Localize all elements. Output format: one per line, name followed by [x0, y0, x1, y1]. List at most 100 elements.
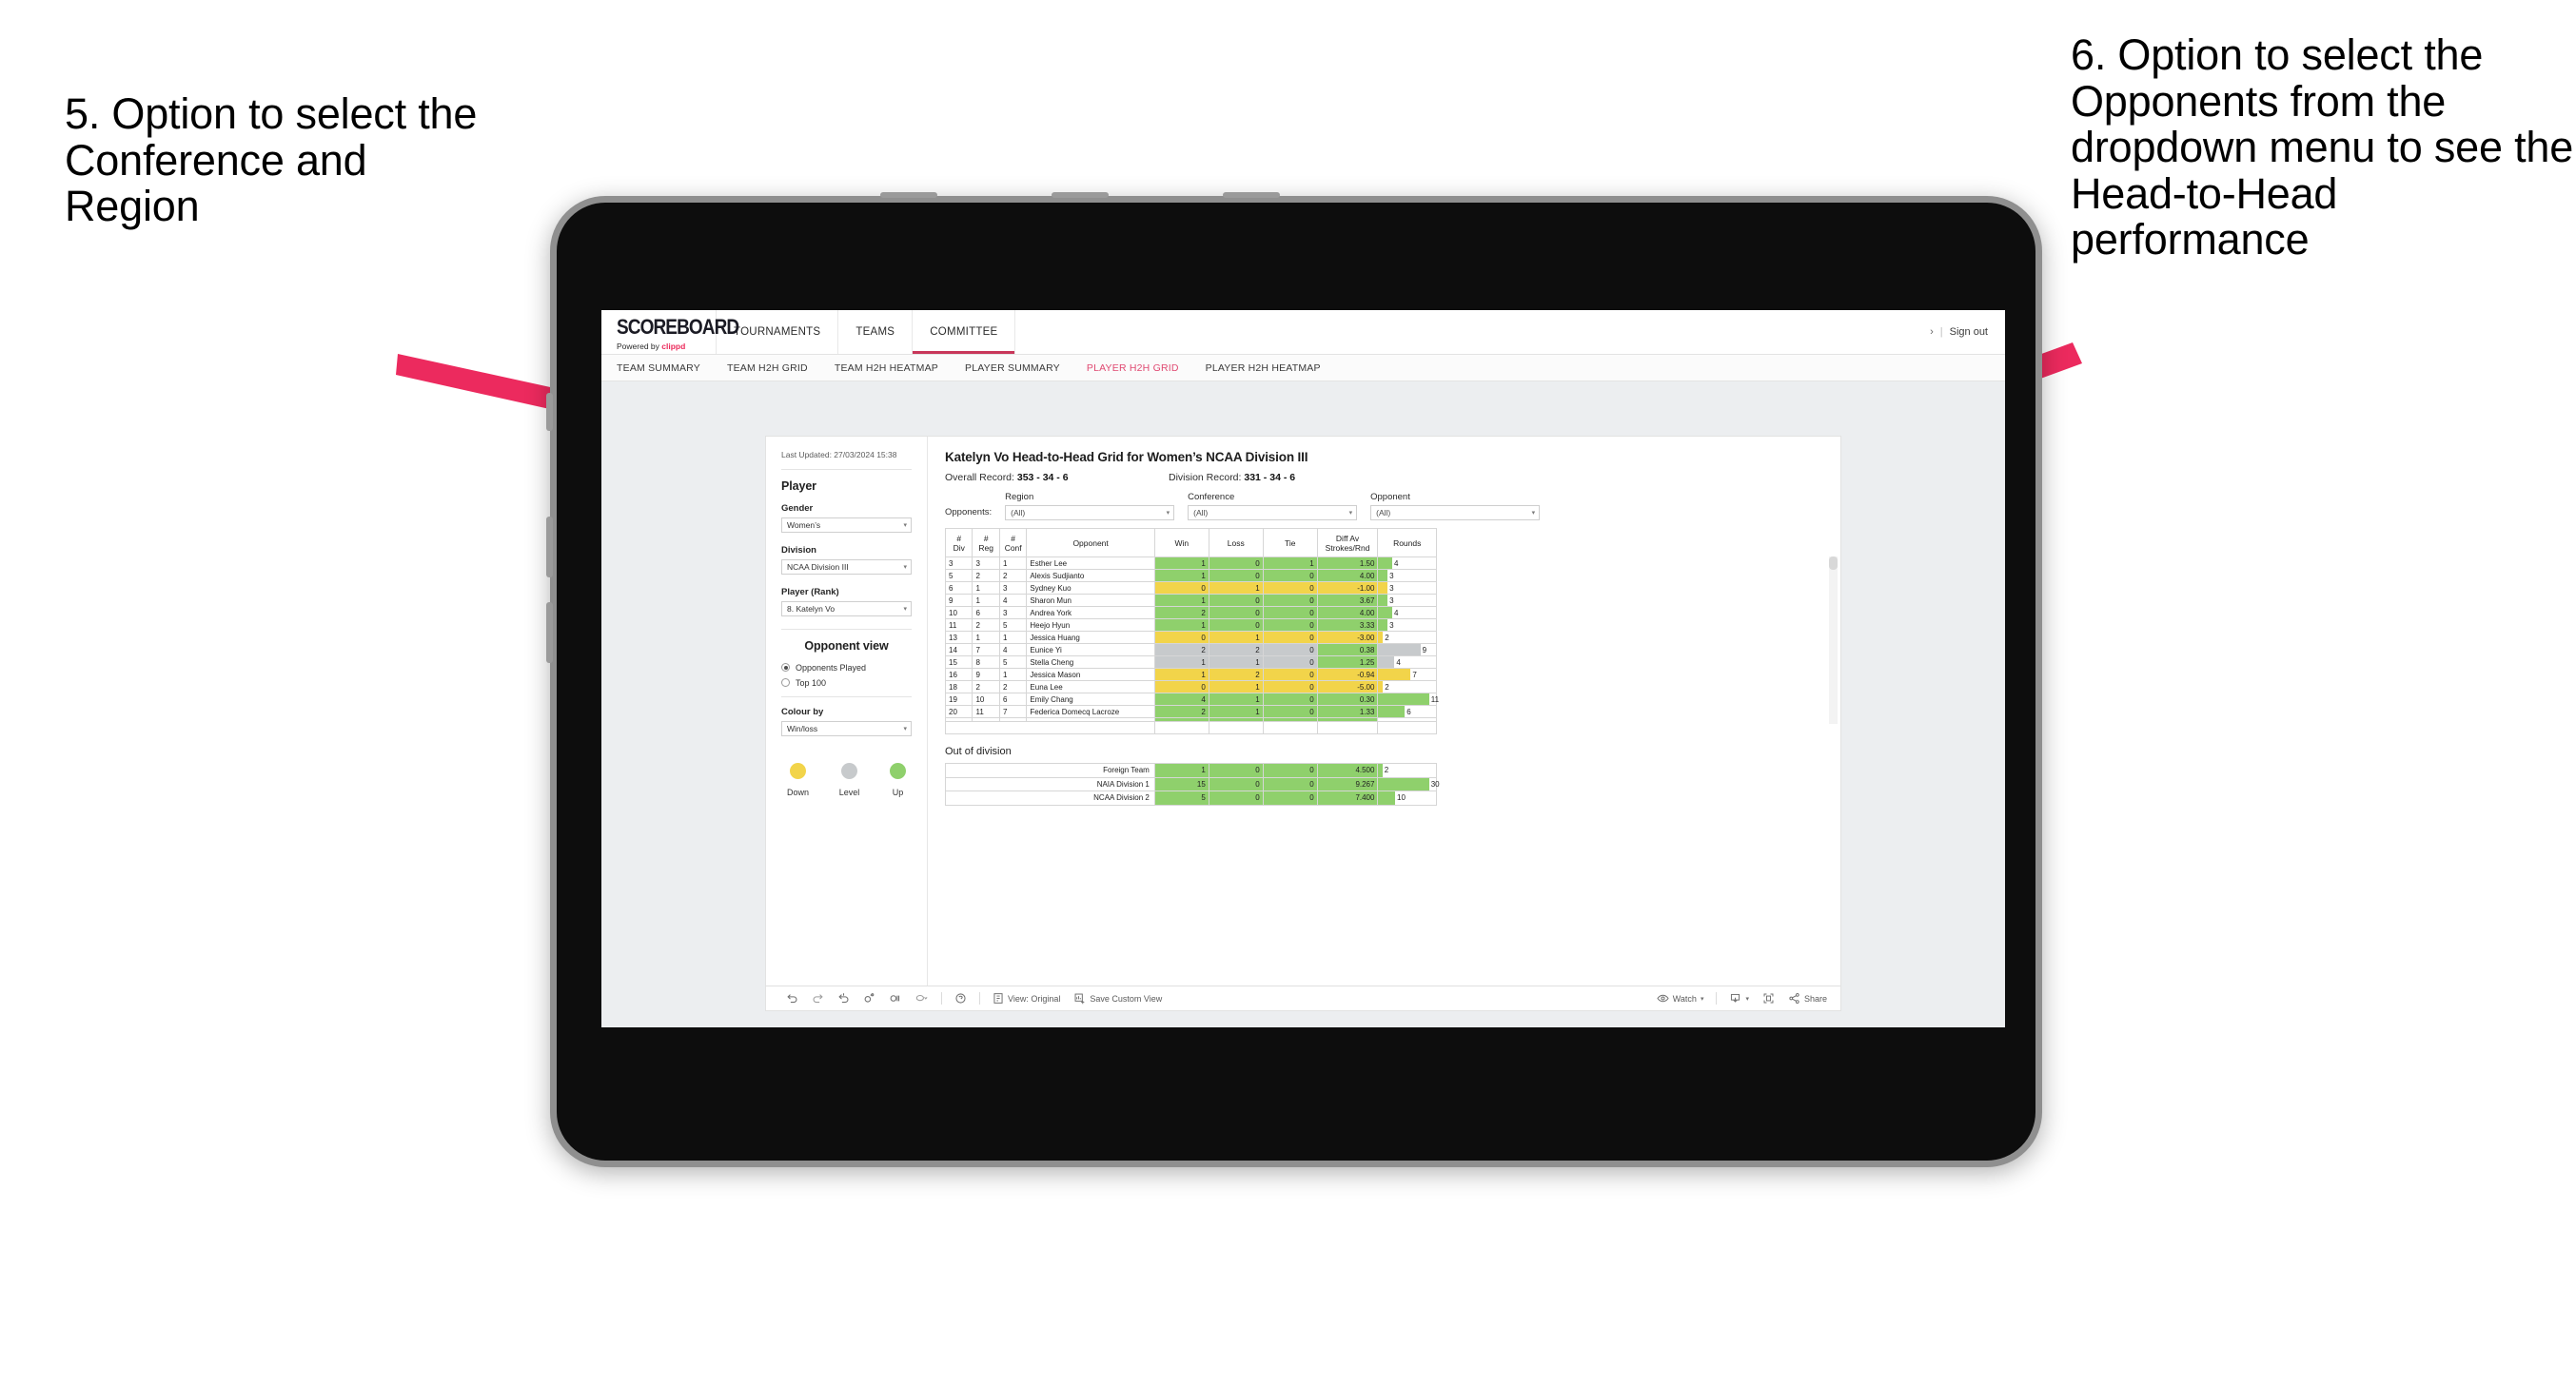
- table-row[interactable]: 11 2 5 Heejo Hyun 1 0 0 3.33 3: [944, 618, 1437, 632]
- cell-diff: 3.33: [1316, 618, 1379, 632]
- chevron-right-icon[interactable]: ›: [1930, 326, 1934, 338]
- division-record-label: Division Record:: [1169, 472, 1245, 483]
- rounds-bar: [1378, 557, 1392, 569]
- device-antenna-line: [1052, 192, 1109, 198]
- radio-top-100[interactable]: Top 100: [781, 678, 912, 688]
- gender-select[interactable]: Women’s ▾: [781, 517, 912, 533]
- table-row[interactable]: 3 3 1 Esther Lee 1 0 1 1.50 4: [944, 556, 1437, 570]
- subnav-item-player-h2h-heatmap[interactable]: PLAYER H2H HEATMAP: [1206, 362, 1321, 374]
- table-row[interactable]: 13 1 1 Jessica Huang 0 1 0 -3.00 2: [944, 631, 1437, 644]
- table-row[interactable]: 19 10 6 Emily Chang 4 1 0 0.30 11: [944, 693, 1439, 706]
- table-row[interactable]: 20 11 7 Federica Domecq Lacroze 2 1 0 1.33 6: [944, 705, 1437, 718]
- cell-div: 9: [944, 594, 973, 607]
- nav-item-committee[interactable]: COMMITTEE: [912, 310, 1016, 354]
- out-of-division-row[interactable]: Foreign Team 1 0 0 4.500 2: [945, 763, 1437, 778]
- brand-tagline-accent: clippd: [661, 341, 686, 351]
- ood-loss: 0: [1208, 776, 1264, 791]
- h2h-header-row: # Div # Reg # Conf Opponent Win Loss Tie Di…: [944, 528, 1437, 557]
- player-rank-value: 8. Katelyn Vo: [787, 603, 836, 614]
- pause-refresh-button[interactable]: [882, 992, 908, 1005]
- undo-button[interactable]: [779, 992, 805, 1005]
- subnav-item-player-summary[interactable]: PLAYER SUMMARY: [965, 362, 1060, 374]
- division-select[interactable]: NCAA Division III ▾: [781, 558, 912, 575]
- cell-rounds: 6: [1377, 705, 1437, 718]
- cell-div: 6: [944, 581, 973, 595]
- subnav-item-team-h2h-heatmap[interactable]: TEAM H2H HEATMAP: [835, 362, 938, 374]
- cell-conf: 2: [998, 680, 1028, 693]
- table-row[interactable]: 14 7 4 Eunice Yi 2 2 0 0.38 9: [944, 643, 1437, 656]
- col-header-diff[interactable]: Diff Av Strokes/Rnd: [1316, 528, 1379, 557]
- colour-by-select[interactable]: Win/loss ▾: [781, 720, 912, 736]
- table-row[interactable]: 16 9 1 Jessica Mason 1 2 0 -0.94 7: [944, 668, 1437, 681]
- col-header-win[interactable]: Win: [1153, 528, 1209, 557]
- subnav-item-team-summary[interactable]: TEAM SUMMARY: [617, 362, 700, 374]
- legend-label-down: Down: [787, 787, 810, 797]
- legend-swatch-level: [841, 762, 857, 779]
- table-row[interactable]: 15 8 5 Stella Cheng 1 1 0 1.25 4: [944, 655, 1437, 669]
- redo-button[interactable]: [805, 992, 831, 1005]
- col-reg-line1: #: [983, 533, 989, 543]
- out-of-division-row[interactable]: NCAA Division 2 5 0 0 7.400 10: [945, 791, 1437, 806]
- subnav-item-player-h2h-grid[interactable]: PLAYER H2H GRID: [1087, 362, 1179, 374]
- rounds-bar: [1378, 644, 1421, 655]
- rounds-bar: [1378, 632, 1384, 643]
- col-header-opponent[interactable]: Opponent: [1026, 528, 1155, 557]
- revert-button[interactable]: [831, 992, 856, 1005]
- nav-item-teams[interactable]: TEAMS: [837, 310, 912, 354]
- col-header-tie[interactable]: Tie: [1262, 528, 1318, 557]
- table-row[interactable]: 18 2 2 Euna Lee 0 1 0 -5.00 2: [944, 680, 1437, 693]
- opponents-filter-label: Opponents:: [945, 507, 993, 517]
- cell-rounds: 3: [1377, 618, 1437, 632]
- fullscreen-button[interactable]: [1756, 992, 1781, 1005]
- sign-out-link[interactable]: Sign out: [1950, 326, 1988, 338]
- colour-legend: Down Level Up: [781, 762, 912, 797]
- cell-reg: 3: [972, 556, 1000, 570]
- share-button[interactable]: Share: [1781, 992, 1840, 1005]
- col-header-div[interactable]: # Div: [944, 528, 973, 557]
- cell-rounds: 2: [1377, 631, 1437, 644]
- table-row[interactable]: 5 2 2 Alexis Sudjianto 1 0 0 4.00 3: [944, 569, 1437, 582]
- refresh-button[interactable]: [856, 992, 882, 1005]
- cell-div: 11: [944, 618, 973, 632]
- clear-sheet-button[interactable]: [948, 992, 973, 1005]
- pause-auto-updates-button[interactable]: [908, 992, 935, 1005]
- col-header-rounds[interactable]: Rounds: [1377, 528, 1437, 557]
- opponent-filter-select[interactable]: (All) ▾: [1370, 505, 1541, 520]
- ood-label: NCAA Division 2: [945, 791, 1155, 806]
- ood-rounds: 2: [1377, 763, 1437, 778]
- table-row[interactable]: 9 1 4 Sharon Mun 1 0 0 3.67 3: [944, 594, 1437, 607]
- col-header-reg[interactable]: # Reg: [972, 528, 1000, 557]
- device-button: [546, 393, 553, 431]
- cell-reg: 1: [972, 594, 1000, 607]
- player-rank-select[interactable]: 8. Katelyn Vo ▾: [781, 600, 912, 616]
- toolbar-separator: [1716, 992, 1718, 1005]
- subnav-item-team-h2h-grid[interactable]: TEAM H2H GRID: [727, 362, 808, 374]
- rounds-value: 4: [1393, 558, 1399, 568]
- download-button[interactable]: ▾: [1722, 992, 1756, 1005]
- rounds-bar: [1378, 681, 1384, 693]
- col-header-conf[interactable]: # Conf: [998, 528, 1028, 557]
- out-of-division-row[interactable]: NAIA Division 1 15 0 0 9.267 30: [945, 776, 1440, 791]
- ood-diff: 4.500: [1316, 763, 1379, 778]
- table-row[interactable]: 6 1 3 Sydney Kuo 0 1 0 -1.00 3: [944, 581, 1437, 595]
- radio-opponents-played[interactable]: Opponents Played: [781, 663, 912, 673]
- chevron-down-icon: ▾: [1166, 510, 1170, 517]
- brand-tagline: Powered by clippd: [617, 342, 716, 351]
- table-scrollbar-thumb[interactable]: [1829, 556, 1838, 570]
- toolbar-separator: [941, 992, 942, 1005]
- cell-tie: 0: [1262, 655, 1318, 669]
- view-original-button[interactable]: View: Original: [986, 992, 1067, 1005]
- tablet-screen: SCOREBOARD Powered by clippd TOURNAMENTS…: [601, 310, 2005, 1027]
- table-footer-padding-row: [945, 721, 1437, 734]
- cell-conf: 1: [998, 556, 1028, 570]
- watch-button[interactable]: Watch ▾: [1650, 992, 1711, 1005]
- region-filter-select[interactable]: (All) ▾: [1005, 505, 1175, 520]
- save-custom-view-button[interactable]: Save Custom View: [1067, 992, 1169, 1005]
- cell-diff: 1.50: [1316, 556, 1379, 570]
- overall-record-value: 353 - 34 - 6: [1016, 472, 1069, 483]
- conference-filter-select[interactable]: (All) ▾: [1188, 505, 1358, 520]
- table-scrollbar-track[interactable]: [1829, 556, 1838, 724]
- table-row[interactable]: 10 6 3 Andrea York 2 0 0 4.00 4: [944, 606, 1437, 619]
- brand-logo[interactable]: SCOREBOARD Powered by clippd: [601, 310, 739, 354]
- col-header-loss[interactable]: Loss: [1208, 528, 1264, 557]
